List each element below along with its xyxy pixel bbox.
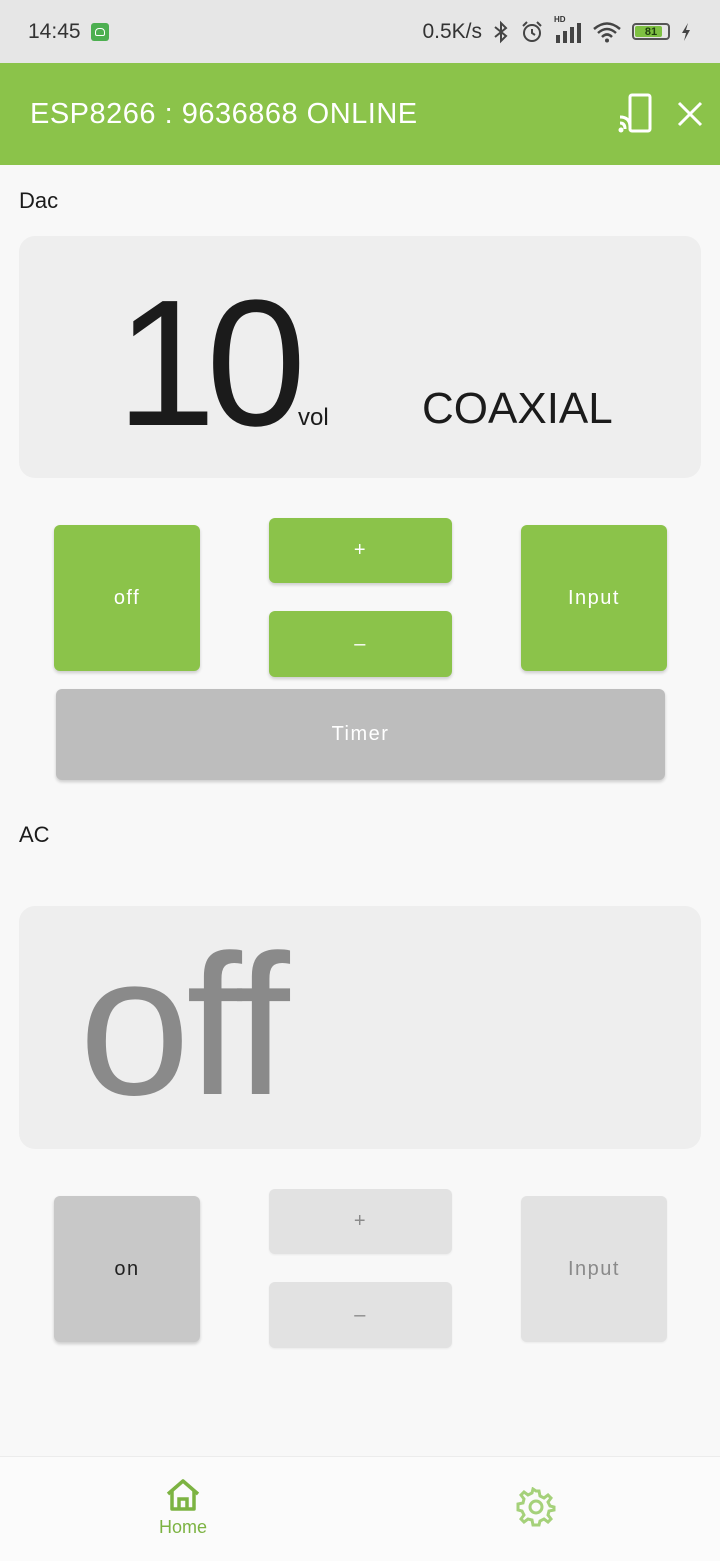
- ac-state-value: off: [79, 914, 290, 1137]
- nav-settings[interactable]: [505, 1487, 567, 1527]
- gear-icon: [516, 1487, 556, 1527]
- dac-input-button[interactable]: Input: [521, 525, 667, 671]
- bottom-navigation: Home: [0, 1456, 720, 1561]
- device-title: ESP8266 : 9636868 ONLINE: [30, 97, 418, 130]
- alarm-icon: [522, 20, 542, 42]
- signal-icon: HD: [554, 15, 582, 43]
- close-icon[interactable]: [676, 100, 704, 128]
- dac-section-label: Dac: [19, 188, 59, 213]
- ac-display-card: off: [19, 906, 701, 1149]
- wifi-icon: [593, 21, 621, 42]
- battery-level: 81: [644, 25, 658, 38]
- status-time: 14:45: [28, 19, 81, 43]
- nav-home-label: Home: [158, 1517, 207, 1537]
- dac-volume-value: 10: [116, 263, 306, 464]
- ac-volume-down-button[interactable]: –: [269, 1282, 452, 1348]
- bluetooth-icon: [494, 20, 508, 43]
- charging-icon: [682, 22, 690, 41]
- dac-timer-button[interactable]: Timer: [56, 689, 665, 780]
- ac-power-button[interactable]: on: [54, 1196, 200, 1342]
- dac-power-button[interactable]: off: [54, 525, 200, 671]
- ac-section-label: AC: [19, 822, 50, 847]
- status-bar: 14:45 0.5K/s HD 81: [0, 0, 720, 63]
- app-notification-icon: [90, 22, 109, 41]
- ac-input-button[interactable]: Input: [521, 1196, 667, 1342]
- dac-volume-unit: vol: [298, 404, 329, 431]
- home-icon: [166, 1479, 200, 1511]
- nav-home[interactable]: Home: [150, 1477, 216, 1538]
- cast-icon[interactable]: [618, 93, 654, 135]
- dac-volume-down-button[interactable]: –: [269, 611, 452, 677]
- dac-input-source: COAXIAL: [422, 384, 613, 433]
- app-bar: ESP8266 : 9636868 ONLINE: [0, 63, 720, 165]
- ac-volume-up-button[interactable]: +: [269, 1189, 452, 1254]
- dac-display-card: 10 vol COAXIAL: [19, 236, 701, 478]
- net-speed: 0.5K/s: [422, 19, 482, 43]
- dac-volume-up-button[interactable]: +: [269, 518, 452, 583]
- network-type: HD: [554, 14, 566, 24]
- battery-icon: 81: [632, 23, 670, 40]
